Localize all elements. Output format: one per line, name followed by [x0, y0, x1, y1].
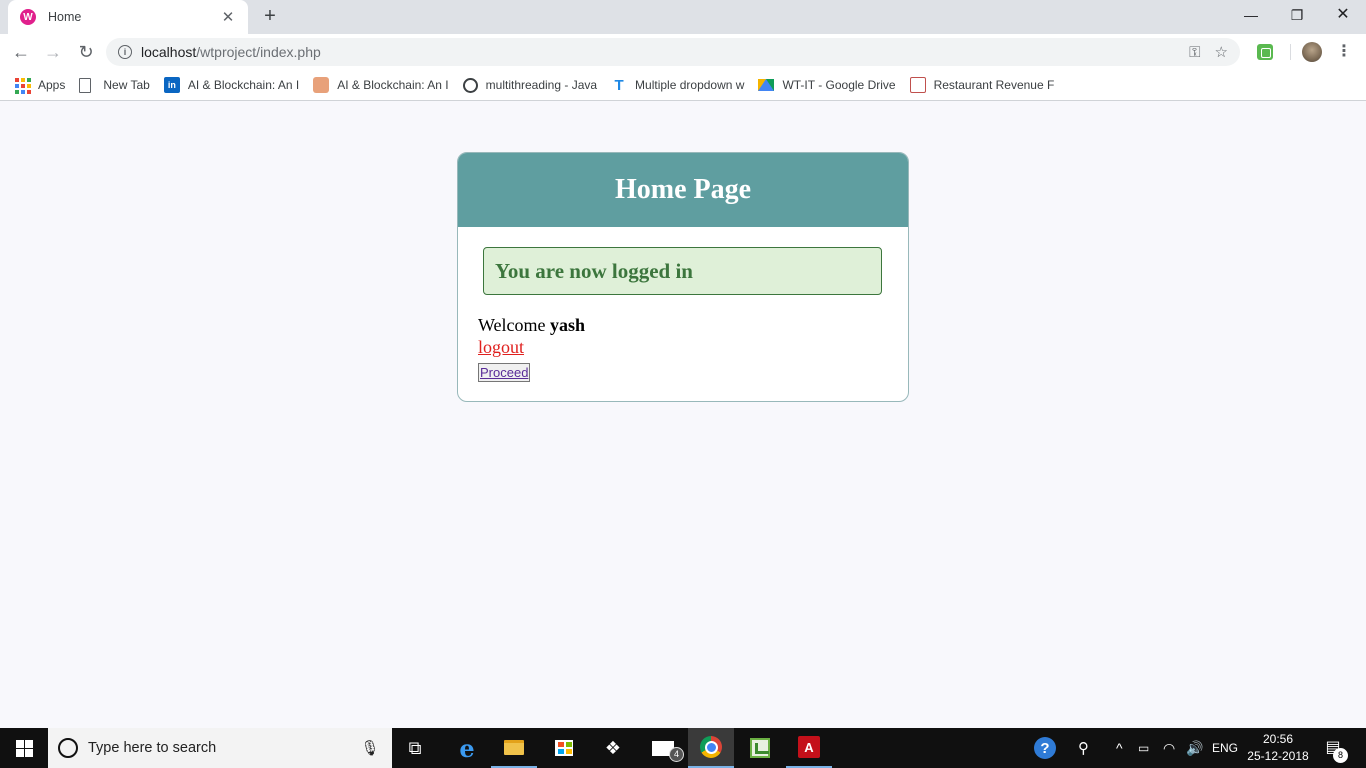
bookmark-label: AI & Blockchain: An I: [187, 78, 300, 92]
bookmark-label: multithreading - Java: [485, 78, 598, 92]
address-bar[interactable]: i localhost/wtproject/index.php ⚿ ☆: [106, 38, 1240, 66]
apps-grid-icon: [14, 77, 31, 94]
chrome-icon[interactable]: [688, 728, 734, 768]
globe-icon: [462, 77, 478, 93]
presentation-icon: [909, 77, 926, 93]
back-arrow-icon[interactable]: ←: [8, 39, 34, 65]
menu-dots-icon[interactable]: ⋮: [1334, 40, 1354, 64]
bookmark-label: WT-IT - Google Drive: [782, 78, 896, 92]
proceed-button[interactable]: Proceed: [478, 363, 531, 382]
success-alert: You are now logged in: [483, 247, 882, 295]
window-minimize-button[interactable]: —: [1228, 0, 1274, 30]
help-icon[interactable]: ?: [1034, 728, 1056, 768]
bookmark-label: Multiple dropdown w: [635, 78, 745, 92]
file-explorer-icon[interactable]: [491, 728, 537, 768]
bookmark-label: AI & Blockchain: An I: [337, 78, 449, 92]
reload-icon[interactable]: ↻: [73, 39, 99, 65]
home-card: Home Page You are now logged in Welcome …: [457, 152, 909, 402]
page-icon: [79, 77, 92, 93]
windows-logo-icon: [15, 739, 33, 757]
start-button[interactable]: [0, 728, 48, 768]
clock-date: 25-12-2018: [1247, 749, 1309, 763]
bookmarks-bar: Apps New Tab in AI & Blockchain: An I AI…: [0, 70, 1366, 101]
welcome-prefix: Welcome: [478, 315, 546, 335]
bookmark-ai-blockchain-linkedin[interactable]: in AI & Blockchain: An I: [163, 77, 300, 93]
linkedin-icon: in: [163, 77, 180, 93]
url-text[interactable]: localhost/wtproject/index.php: [141, 44, 1175, 60]
t-icon: T: [614, 76, 624, 94]
bookmark-google-drive[interactable]: WT-IT - Google Drive: [758, 78, 896, 92]
tab-title: Home: [48, 10, 82, 24]
bookmark-label: New Tab: [103, 78, 150, 92]
windows-taskbar: Type here to search 🎙 ⧉ e ❖ A 4 ? ⚲ ^ ▭ …: [0, 728, 1366, 768]
window-restore-button[interactable]: ❐: [1274, 0, 1320, 30]
site-info-icon[interactable]: i: [118, 45, 132, 59]
bookmark-star-icon[interactable]: ☆: [1215, 43, 1228, 61]
tab-close-icon[interactable]: ✕: [220, 8, 236, 26]
microphone-icon[interactable]: 🎙: [360, 739, 380, 757]
new-tab-plus-icon[interactable]: +: [258, 4, 282, 28]
chevron-up-icon[interactable]: ^: [1116, 728, 1123, 768]
browser-toolbar: ← → ↻ i localhost/wtproject/index.php ⚿ …: [0, 34, 1366, 70]
avatar-icon: [313, 77, 330, 93]
clock-time: 20:56: [1262, 732, 1294, 746]
cortana-icon: [58, 738, 78, 758]
welcome-message: Welcome yash: [478, 315, 585, 336]
bookmark-label: Apps: [38, 78, 66, 92]
dropbox-icon[interactable]: ❖: [590, 728, 636, 768]
battery-icon[interactable]: ▭: [1138, 728, 1149, 768]
notification-badge: 8: [1333, 748, 1348, 763]
extension-icon[interactable]: [1257, 44, 1273, 60]
clock[interactable]: 20:56 25-12-2018: [1246, 731, 1310, 765]
window-close-button[interactable]: ✕: [1320, 0, 1366, 30]
store-icon[interactable]: [541, 728, 587, 768]
taskbar-search[interactable]: Type here to search 🎙: [48, 728, 392, 768]
language-indicator[interactable]: ENG: [1212, 728, 1238, 768]
excel-icon[interactable]: [737, 728, 783, 768]
bookmark-label: Restaurant Revenue F: [933, 78, 1055, 92]
bookmark-restaurant-revenue[interactable]: Restaurant Revenue F: [909, 77, 1055, 93]
toolbar-divider: [1290, 44, 1291, 60]
browser-titlebar: W Home ✕ + — ❐ ✕: [0, 0, 1366, 34]
bookmark-multithreading[interactable]: multithreading - Java: [462, 77, 598, 93]
wifi-icon[interactable]: ◠: [1163, 728, 1175, 768]
edge-browser-icon[interactable]: e: [444, 728, 490, 768]
mail-badge: 4: [669, 747, 684, 762]
url-host: localhost: [141, 44, 197, 60]
bookmark-new-tab[interactable]: New Tab: [79, 77, 150, 93]
bookmark-apps[interactable]: Apps: [14, 77, 66, 94]
url-path: /wtproject/index.php: [196, 44, 321, 60]
username: yash: [550, 315, 586, 335]
people-icon[interactable]: ⚲: [1078, 728, 1089, 768]
acrobat-icon[interactable]: A: [786, 728, 832, 768]
search-input[interactable]: Type here to search: [88, 740, 360, 756]
profile-avatar[interactable]: [1302, 42, 1322, 62]
page-title: Home Page: [458, 153, 908, 227]
forward-arrow-icon[interactable]: →: [40, 39, 66, 65]
google-drive-icon: [758, 79, 775, 91]
key-icon[interactable]: ⚿: [1189, 44, 1200, 61]
volume-icon[interactable]: 🔊: [1186, 728, 1203, 768]
tab-home[interactable]: W Home ✕: [8, 0, 248, 34]
wamp-favicon-icon: W: [20, 9, 36, 25]
logout-link[interactable]: logout: [478, 337, 524, 358]
bookmark-ai-blockchain[interactable]: AI & Blockchain: An I: [313, 77, 449, 93]
task-view-icon[interactable]: ⧉: [392, 728, 438, 768]
bookmark-multiple-dropdown[interactable]: T Multiple dropdown w: [611, 76, 745, 94]
